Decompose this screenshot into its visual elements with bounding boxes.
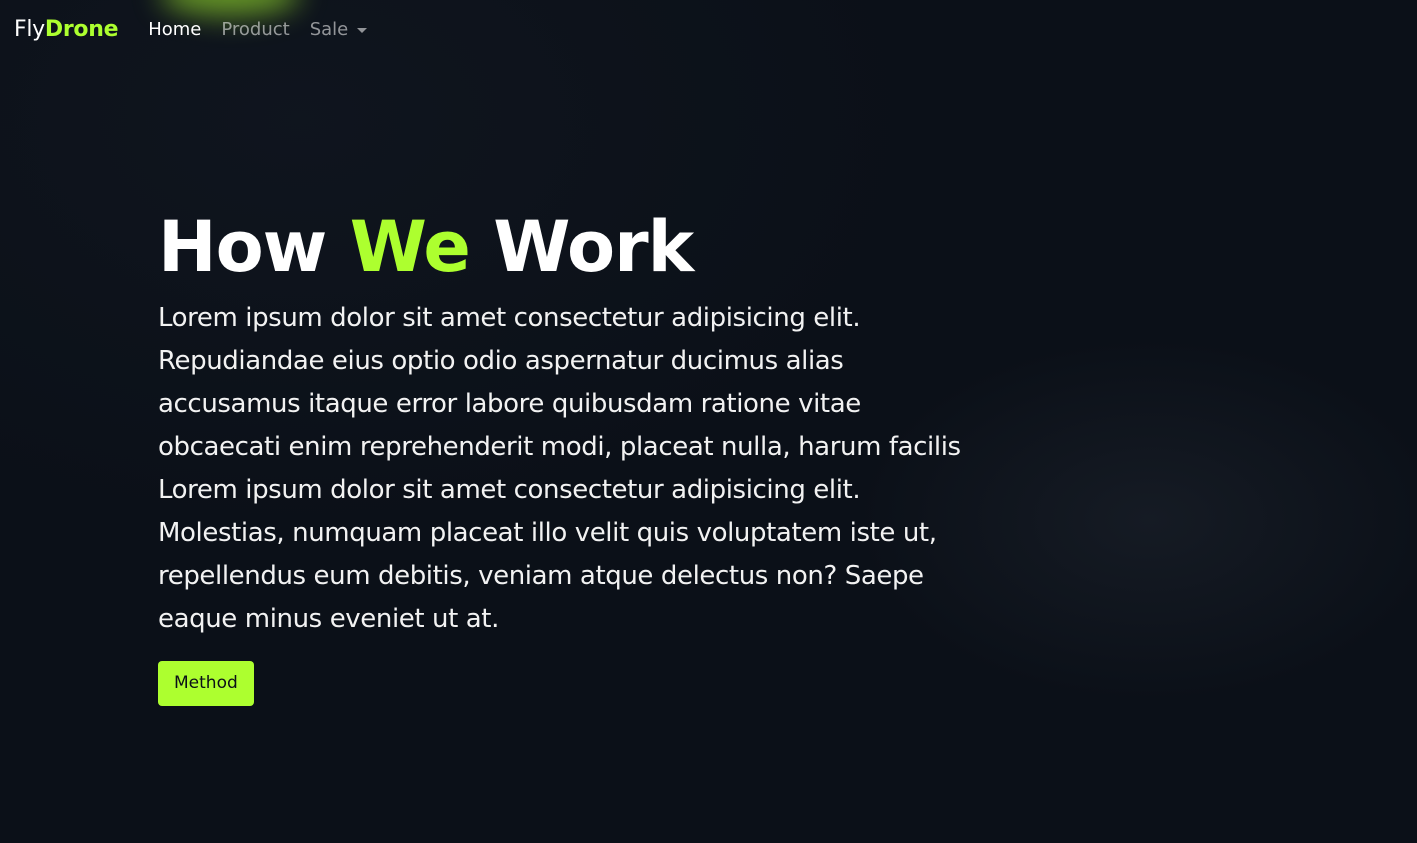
navbar: FlyDrone Home Product Sale [0, 0, 1417, 58]
hero-title-accent: We [349, 206, 471, 288]
method-button[interactable]: Method [158, 661, 254, 706]
hero-title: How We Work [158, 205, 978, 289]
caret-down-icon [357, 27, 368, 33]
hero-description: Lorem ipsum dolor sit amet consectetur a… [158, 303, 961, 634]
nav-dropdown-sale[interactable]: Sale [310, 19, 368, 40]
hero-section: How We Work Lorem ipsum dolor sit amet c… [158, 205, 978, 706]
hero-title-after: Work [469, 206, 694, 288]
hero-title-before: How [158, 206, 350, 288]
nav-links: Home Product Sale [148, 19, 387, 40]
nav-link-sale-label: Sale [309, 18, 349, 40]
brand-accent: Drone [44, 16, 119, 42]
nav-link-home[interactable]: Home [148, 19, 201, 40]
brand-prefix: Fly [14, 16, 45, 42]
brand-logo[interactable]: FlyDrone [14, 16, 119, 42]
nav-link-product[interactable]: Product [221, 19, 289, 40]
page: FlyDrone Home Product Sale How We Work L… [0, 0, 1417, 843]
